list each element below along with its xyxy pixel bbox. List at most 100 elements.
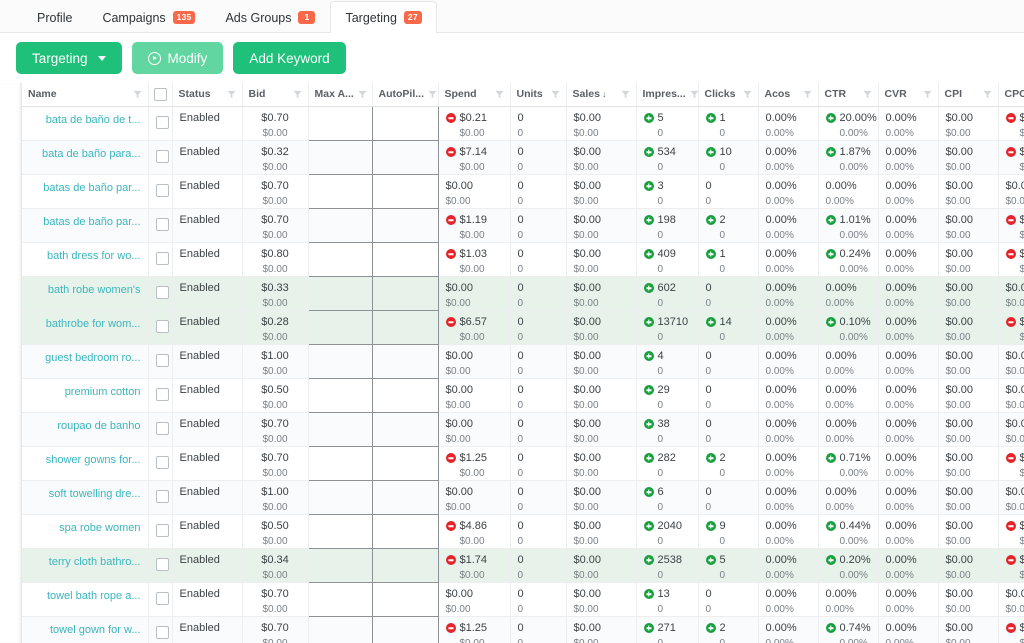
cell-autopilot-input[interactable] — [371, 207, 439, 243]
cell-row-select[interactable] — [148, 242, 173, 277]
filter-funnel-icon[interactable] — [358, 90, 367, 99]
cell-max-acos-input[interactable] — [307, 513, 373, 549]
cell-autopilot-input[interactable] — [371, 615, 439, 643]
cell-row-select[interactable] — [148, 582, 173, 617]
row-checkbox[interactable] — [155, 557, 169, 571]
table-row[interactable]: roupao de banho Enabled $0.70 $0.00 $0.00 $0.… — [22, 411, 1024, 447]
cell-row-select[interactable] — [148, 616, 173, 643]
table-row[interactable]: bath dress for wo... Enabled $0.80 $0.00 $1.… — [22, 241, 1024, 277]
cell-keyword-name[interactable]: bathrobe for wom... — [22, 310, 149, 345]
cell-max-acos-input[interactable] — [307, 173, 373, 209]
targeting-dropdown-button[interactable]: Targeting — [16, 42, 122, 74]
cell-keyword-name[interactable]: premium cotton — [22, 378, 149, 413]
cell-autopilot-input[interactable] — [371, 105, 439, 141]
cell-keyword-name[interactable]: towel gown for w... — [22, 616, 149, 643]
row-checkbox[interactable] — [155, 285, 169, 299]
keyword-link[interactable]: spa robe women — [29, 522, 140, 534]
tab-targeting[interactable]: Targeting 27 — [330, 1, 437, 33]
column-header-cpi[interactable]: CPI — [938, 83, 999, 107]
column-header-acos[interactable]: Acos — [758, 83, 819, 107]
row-checkbox[interactable] — [155, 251, 169, 265]
keyword-link[interactable]: guest bedroom ro... — [29, 352, 140, 364]
column-header-cpc[interactable]: CPC — [998, 83, 1024, 107]
table-row[interactable]: batas de baño par... Enabled $0.70 $0.00 $0.… — [22, 173, 1024, 209]
keyword-link[interactable]: bata de baño de t... — [29, 114, 141, 126]
cell-max-acos-input[interactable] — [307, 547, 373, 583]
targeting-table-scroll[interactable]: Name Status Bid Max A... AutoPil... Spend Unit… — [0, 83, 1024, 643]
cell-autopilot-input[interactable] — [371, 309, 439, 345]
cell-keyword-name[interactable]: bath dress for wo... — [22, 242, 149, 277]
cell-keyword-name[interactable]: batas de baño par... — [22, 208, 149, 243]
table-row[interactable]: bata de baño para... Enabled $0.32 $0.00 $7.… — [22, 139, 1024, 175]
cell-row-select[interactable] — [148, 480, 173, 515]
table-row[interactable]: bathrobe for wom... Enabled $0.28 $0.00 $6.5… — [22, 309, 1024, 345]
row-checkbox[interactable] — [155, 625, 169, 639]
cell-row-select[interactable] — [148, 514, 173, 549]
filter-funnel-icon[interactable] — [428, 90, 437, 99]
table-row[interactable]: bata de baño de t... Enabled $0.70 $0.00 $0.… — [22, 105, 1024, 141]
cell-row-select[interactable] — [148, 208, 173, 243]
filter-funnel-icon[interactable] — [862, 90, 872, 99]
row-checkbox[interactable] — [155, 319, 169, 333]
cell-keyword-name[interactable]: shower gowns for... — [22, 446, 149, 481]
keyword-link[interactable]: roupao de banho — [29, 420, 140, 432]
row-checkbox[interactable] — [155, 217, 169, 231]
filter-funnel-icon[interactable] — [802, 90, 812, 99]
cell-autopilot-input[interactable] — [371, 343, 439, 379]
cell-row-select[interactable] — [148, 548, 173, 583]
cell-max-acos-input[interactable] — [307, 139, 373, 175]
keyword-link[interactable]: batas de baño par... — [29, 216, 140, 228]
table-row[interactable]: terry cloth bathro... Enabled $0.34 $0.00 $1… — [22, 547, 1024, 583]
filter-funnel-icon[interactable] — [292, 90, 302, 99]
column-header-clicks[interactable]: Clicks — [698, 83, 759, 107]
cell-keyword-name[interactable]: soft towelling dre... — [22, 480, 149, 515]
filter-funnel-icon[interactable] — [226, 90, 236, 99]
cell-max-acos-input[interactable] — [307, 445, 373, 481]
add-keyword-button[interactable]: Add Keyword — [233, 42, 346, 74]
row-checkbox[interactable] — [155, 591, 169, 605]
tab-campaigns[interactable]: Campaigns 135 — [87, 1, 210, 33]
column-header-spend[interactable]: Spend — [438, 83, 511, 107]
select-all-checkbox[interactable] — [153, 87, 167, 101]
cell-keyword-name[interactable]: bath robe women's — [22, 276, 149, 311]
table-row[interactable]: towel gown for w...Enabled$0.70$0.00$1.2… — [22, 615, 1024, 643]
filter-funnel-icon[interactable] — [742, 90, 752, 99]
table-row[interactable]: shower gowns for... Enabled $0.70 $0.00 $1.2… — [22, 445, 1024, 481]
column-header-maxa[interactable]: Max A... — [308, 83, 373, 107]
cell-autopilot-input[interactable] — [371, 139, 439, 175]
row-checkbox[interactable] — [155, 421, 169, 435]
cell-row-select[interactable] — [148, 412, 173, 447]
cell-max-acos-input[interactable] — [307, 343, 373, 379]
cell-keyword-name[interactable]: terry cloth bathro... — [22, 548, 149, 583]
cell-row-select[interactable] — [148, 276, 173, 311]
row-checkbox[interactable] — [155, 353, 169, 367]
cell-max-acos-input[interactable] — [307, 581, 373, 617]
cell-autopilot-input[interactable] — [371, 547, 439, 583]
table-row[interactable]: batas de baño par... Enabled $0.70 $0.00 $1.… — [22, 207, 1024, 243]
cell-row-select[interactable] — [148, 378, 173, 413]
filter-funnel-icon[interactable] — [620, 90, 630, 99]
column-header-cvr[interactable]: CVR — [878, 83, 939, 107]
cell-keyword-name[interactable]: bata de baño para... — [22, 140, 149, 175]
tab-profile[interactable]: Profile — [22, 1, 87, 33]
column-header-impres[interactable]: Impres... — [636, 83, 699, 107]
modify-button[interactable]: Modify — [131, 42, 224, 74]
cell-row-select[interactable] — [148, 106, 173, 141]
cell-autopilot-input[interactable] — [371, 581, 439, 617]
cell-row-select[interactable] — [148, 174, 173, 209]
filter-funnel-icon[interactable] — [132, 90, 142, 99]
keyword-link[interactable]: terry cloth bathro... — [29, 556, 141, 568]
row-checkbox[interactable] — [155, 387, 169, 401]
cell-autopilot-input[interactable] — [371, 445, 439, 481]
row-checkbox[interactable] — [155, 489, 169, 503]
column-header-ctr[interactable]: CTR — [818, 83, 879, 107]
cell-keyword-name[interactable]: bata de baño de t... — [22, 106, 149, 141]
cell-max-acos-input[interactable] — [307, 309, 373, 345]
column-header-name[interactable]: Name — [22, 83, 149, 107]
cell-row-select[interactable] — [148, 140, 173, 175]
row-checkbox[interactable] — [155, 115, 169, 129]
cell-autopilot-input[interactable] — [371, 513, 439, 549]
cell-row-select[interactable] — [148, 446, 173, 481]
keyword-link[interactable]: bath robe women's — [29, 284, 141, 296]
cell-keyword-name[interactable]: guest bedroom ro... — [22, 344, 149, 379]
